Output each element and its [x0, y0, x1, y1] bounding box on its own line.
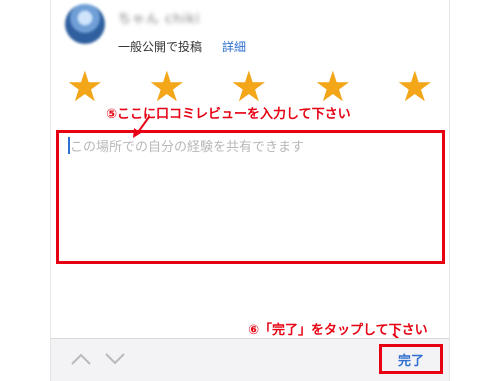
review-textarea[interactable] — [62, 136, 440, 252]
done-button[interactable]: 完了 — [382, 347, 440, 371]
rating-star-3[interactable]: ★ — [230, 66, 268, 108]
rating-star-4[interactable]: ★ — [314, 66, 352, 108]
rating-star-5[interactable]: ★ — [396, 66, 434, 108]
username: ちゃん chiki — [118, 12, 201, 27]
avatar — [65, 4, 105, 44]
detail-link[interactable]: 詳細 — [222, 38, 246, 55]
post-scope-label: 一般公開で投稿 — [118, 40, 203, 54]
chevron-down-icon[interactable] — [104, 352, 126, 366]
chevron-up-icon[interactable] — [70, 352, 92, 366]
text-cursor — [68, 137, 70, 154]
rating-star-1[interactable]: ★ — [66, 66, 104, 108]
rating-star-2[interactable]: ★ — [148, 66, 186, 108]
